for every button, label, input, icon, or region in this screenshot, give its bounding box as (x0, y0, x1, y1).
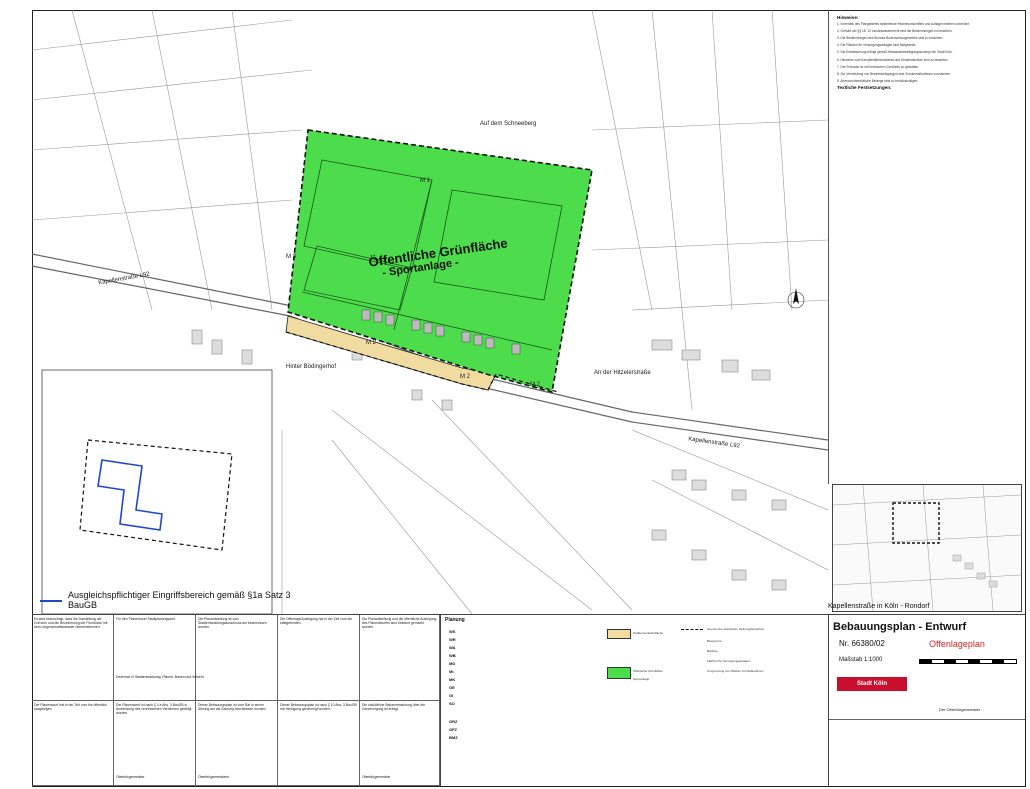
city-logo: Stadt Köln (837, 677, 907, 691)
note-paragraph: 4. Die Flächen für Versorgungsanlagen si… (837, 43, 917, 48)
overview-drawing (833, 485, 1021, 611)
marker-label: M 2 (366, 340, 377, 346)
procedure-cell: Die ortsübliche Bekanntmachung über die … (360, 701, 440, 786)
compensation-label: Ausgleichspflichtiger Eingriffsbereich g… (68, 590, 291, 610)
location-label: Kapellenstraße in Köln - Rondorf (828, 603, 930, 610)
procedure-cell: Der Planentwurf hat in der Zeit vom bis … (32, 701, 114, 786)
title-block: Bebauungsplan - Entwurf Nr. 66380/02 Off… (828, 614, 1025, 786)
compensation-legend-line (40, 600, 62, 602)
plan-status: Offenlageplan (929, 639, 985, 649)
legend-swatch-green (607, 667, 631, 679)
procedure-cell: Die Offenlage/Auslegung hat in der Zeit … (278, 615, 360, 701)
legend-panel: Planung WS WR WA WB MD MI MK GE GI SO GR… (440, 614, 829, 786)
legend-key: GRZ (449, 719, 458, 724)
note-paragraph: 6. Hinweise zum Kampfmittelräumdienst un… (837, 57, 949, 62)
legend-key: GFZ (449, 727, 457, 732)
procedure-cell: Dieser Bebauungsplan ist vom Rat in sein… (196, 701, 278, 786)
plan-number: Nr. 66380/02 (839, 639, 885, 648)
note-paragraph: 1. Innerhalb des Plangebietes bestehende… (837, 22, 971, 27)
marker-label: M 2 (530, 382, 541, 388)
note-paragraph: 8. Zur Vermeidung von Beeinträchtigungen… (837, 71, 952, 76)
legend-key: WA (449, 645, 456, 650)
street-label: Auf dem Schneeberg (480, 121, 537, 127)
signer-label: Oberbürgermeister (116, 775, 145, 779)
procedure-cell: Der Planentwurf ist nach § 4 a Abs. 3 Ba… (114, 701, 196, 786)
note-paragraph: 7. Der Freiraum ist mit heimischen Gehöl… (837, 64, 920, 69)
procedure-cell: Für den Planentwurf Stadtplanungsamt (114, 615, 196, 701)
procedure-table: Es wird bescheinigt, dass die Darstellun… (32, 614, 440, 786)
legend-key: BMZ (449, 735, 458, 740)
procedure-cell: Die Planaufstellung und die öffentliche … (360, 615, 440, 701)
scale-bar (919, 659, 1017, 664)
notes-heading: Hinweise: (837, 15, 859, 20)
legend-item: Baugrenze (707, 639, 722, 643)
street-label: Hinter Bödingerhof (286, 364, 337, 370)
legend-item: Baulinie (707, 649, 718, 653)
marker-label: M 2 (460, 374, 471, 380)
procedure-cell: Es wird bescheinigt, dass die Darstellun… (32, 615, 114, 701)
legend-key: GI (449, 693, 454, 698)
map-drawing (32, 10, 828, 614)
notes-section-heading: Textliche Festsetzungen: (837, 84, 892, 90)
overview-map (832, 484, 1022, 612)
legend-key: MK (449, 677, 456, 682)
title-footer: Der Oberbürgermeister (939, 707, 981, 712)
legend-item: Öffentliche Grünfläche (633, 669, 663, 673)
signer-label: Dezernat VI Stadtentwicklung, Planen, Ba… (116, 675, 204, 679)
street-label: An der Hitzelerstraße (594, 370, 651, 376)
legend-item: Grenze des räumlichen Geltungsbereiches (707, 627, 764, 631)
site-map (32, 10, 828, 614)
legend-key: SO (449, 701, 455, 706)
procedure-cell: Die Planaufstellung ist vom Stadtentwick… (196, 615, 278, 701)
note-paragraph: 9. Artenschutzrechtliche Belange sind zu… (837, 78, 919, 83)
marker-label: M 3 (286, 254, 297, 260)
legend-item: Flächen für Versorgungsanlagen (707, 659, 751, 663)
legend-item: Straßenverkehrsfläche (633, 631, 664, 635)
legend-swatch-boundary (681, 629, 703, 630)
title-legend-extra (829, 719, 1025, 787)
note-paragraph: 3. Die Bestimmungen des Bundes-Bodenschu… (837, 36, 944, 41)
legend-key: MI (449, 669, 454, 674)
signer-label: Oberbürgermeisterin (198, 775, 230, 779)
note-paragraph: 5. Die Entwässerung erfolgt gemäß Abwass… (837, 50, 953, 55)
legend-key: WB (449, 653, 456, 658)
plan-title: Bebauungsplan - Entwurf (833, 621, 967, 633)
legend-key: GE (449, 685, 455, 690)
legend-key: WR (449, 637, 456, 642)
procedure-cell: Dieser Bebauungsplan ist nach § 10 Abs. … (278, 701, 360, 786)
legend-title: Planung (445, 617, 465, 623)
marker-label: M 1 (420, 178, 431, 184)
north-arrow (787, 288, 805, 309)
legend-key: WS (449, 629, 456, 634)
signer-label: Oberbürgermeister (362, 775, 391, 779)
legend-item: Sportanlage (633, 677, 650, 681)
plan-scale: Maßstab 1:1000 (839, 657, 883, 663)
legend-item: Umgrenzung von Flächen für Maßnahmen (707, 669, 764, 673)
legend-swatch-yellow (607, 629, 631, 639)
note-paragraph: 2. Gemäß der §§ 18, 19 Landeswasserrecht… (837, 29, 953, 34)
legend-key: MD (449, 661, 456, 666)
notes-panel: Hinweise: 1. Innerhalb des Plangebietes … (828, 10, 1024, 484)
